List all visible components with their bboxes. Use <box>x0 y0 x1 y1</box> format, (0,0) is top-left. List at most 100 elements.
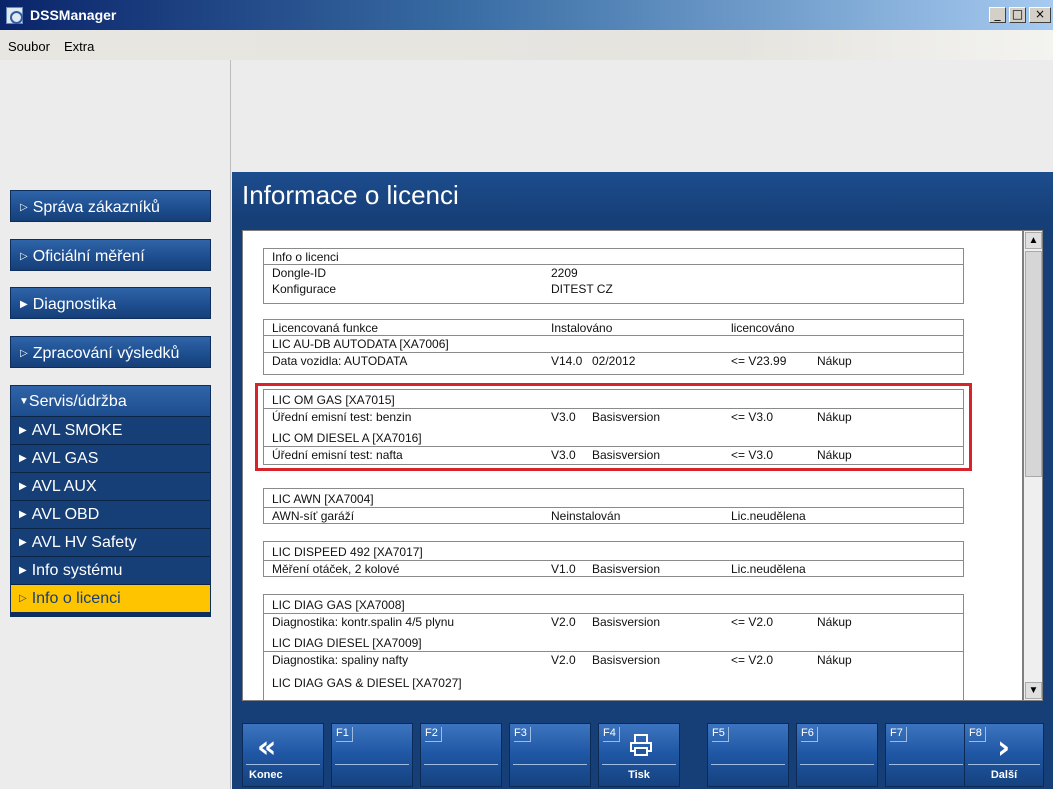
fkey-number: F3 <box>514 727 531 742</box>
license-info-block: Info o licenci Dongle-ID 2209 Konfigurace… <box>263 248 964 304</box>
title-bar: DSSManager _ □ × <box>0 0 1053 30</box>
triangle-right-icon: ▷ <box>19 593 27 604</box>
license-info-heading: Info o licenci <box>272 250 339 264</box>
app-window: DSSManager _ □ × Soubor Extra ▷ Správa zá… <box>0 0 1053 789</box>
triangle-right-icon: ▷ <box>20 348 28 359</box>
triangle-right-icon: ▶ <box>19 425 27 436</box>
fkey-number: F4 <box>603 727 620 742</box>
f2-button[interactable]: F2 <box>420 723 502 787</box>
konfigurace-label: Konfigurace <box>272 282 337 296</box>
sidebar: ▷ Správa zákazníků ▷ Oficiální měření ▶ Dia… <box>0 172 231 789</box>
fkey-number: F8 <box>969 727 986 742</box>
license-limit: <= V2.0 <box>731 615 774 629</box>
f3-button[interactable]: F3 <box>509 723 591 787</box>
column-header-function: Licencovaná funkce <box>272 321 379 335</box>
fkey-label: Další <box>990 769 1018 781</box>
sidebar-item-label: Zpracování výsledků <box>32 345 180 362</box>
sidebar-subitem-label: AVL OBD <box>31 506 100 523</box>
vertical-scrollbar[interactable]: ▲ ▼ <box>1023 230 1043 701</box>
fkey-number: F5 <box>712 727 729 742</box>
tisk-button[interactable]: F4 Tisk <box>598 723 680 787</box>
minimize-button[interactable]: _ <box>989 7 1006 23</box>
license-desc: Diagnostika: kontr.spalin 4/5 plynu <box>272 615 455 629</box>
highlight-frame <box>255 383 972 471</box>
page-title: Informace o licenci <box>242 180 459 210</box>
license-status: Nákup <box>817 354 852 368</box>
sidebar-item-avl-aux[interactable]: ▶ AVL AUX <box>11 472 210 500</box>
license-version: Neinstalován <box>551 509 621 523</box>
license-name: LIC DIAG DIESEL [XA7009] <box>272 636 422 650</box>
license-build: 02/2012 <box>592 354 636 368</box>
sidebar-item-avl-hv-safety[interactable]: ▶ AVL HV Safety <box>11 528 210 556</box>
scroll-thumb[interactable] <box>1025 251 1042 477</box>
window-title: DSSManager <box>30 7 117 23</box>
maximize-button[interactable]: □ <box>1009 7 1026 23</box>
license-version: V2.0 <box>551 615 576 629</box>
sidebar-subitem-label: AVL GAS <box>31 450 99 467</box>
triangle-right-icon: ▶ <box>19 453 27 464</box>
sidebar-item-avl-gas[interactable]: ▶ AVL GAS <box>11 444 210 472</box>
column-header-installed: Instalováno <box>551 321 613 335</box>
banner-area <box>232 60 1053 172</box>
sidebar-group-header[interactable]: ▼Servis/údržba <box>11 386 210 416</box>
license-name: LIC AWN [XA7004] <box>272 492 374 506</box>
sidebar-item-sprava-zakazniku[interactable]: ▷ Správa zákazníků <box>10 190 211 222</box>
sidebar-item-info-systemu[interactable]: ▶ Info systému <box>11 556 210 584</box>
triangle-right-icon: ▶ <box>19 509 27 520</box>
sidebar-subitem-label: AVL AUX <box>31 478 97 495</box>
sidebar-group-servis: ▼Servis/údržba ▶ AVL SMOKE ▶ AVL GAS ▶ AVL … <box>10 385 211 617</box>
sidebar-subitem-label: Info o licenci <box>31 590 121 607</box>
sidebar-item-avl-smoke[interactable]: ▶ AVL SMOKE <box>11 416 210 444</box>
fkey-divider <box>513 764 587 765</box>
sidebar-subitem-label: Info systému <box>31 562 123 579</box>
fkey-number: F6 <box>801 727 818 742</box>
fkey-number: F2 <box>425 727 442 742</box>
license-name: LIC DIAG GAS [XA7008] <box>272 598 405 612</box>
konec-button[interactable]: « Konec <box>242 723 324 787</box>
license-status: Nákup <box>817 615 852 629</box>
menu-soubor[interactable]: Soubor <box>8 39 50 54</box>
close-button[interactable]: × <box>1029 7 1051 23</box>
triangle-right-icon: ▶ <box>19 565 27 576</box>
app-logo-icon <box>6 7 23 24</box>
license-desc: Měření otáček, 2 kolové <box>272 562 400 576</box>
sidebar-item-avl-obd[interactable]: ▶ AVL OBD <box>11 500 210 528</box>
license-desc: Data vozidla: AUTODATA <box>272 354 408 368</box>
license-version: V2.0 <box>551 653 576 667</box>
triangle-right-icon: ▷ <box>20 251 28 262</box>
license-limit: Lic.neudělena <box>731 509 806 523</box>
sidebar-item-zpracovani-vysledku[interactable]: ▷ Zpracování výsledků <box>10 336 211 368</box>
fkey-number: F1 <box>336 727 353 742</box>
menu-extra[interactable]: Extra <box>64 39 94 54</box>
license-limit: <= V2.0 <box>731 653 774 667</box>
license-desc: Diagnostika: spaliny nafty <box>272 653 409 667</box>
double-chevron-left-icon: « <box>257 730 277 765</box>
sidebar-item-label: Diagnostika <box>32 296 117 313</box>
license-name: LIC DISPEED 492 [XA7017] <box>272 545 423 559</box>
license-block: LIC AWN [XA7004] AWN-síť garáží Neinstalo… <box>263 488 964 524</box>
fkey-label: Tisk <box>628 769 650 781</box>
fkey-divider <box>711 764 785 765</box>
sidebar-subitem-label: AVL HV Safety <box>31 534 137 551</box>
fkey-divider <box>800 764 874 765</box>
f7-button[interactable]: F7 <box>885 723 967 787</box>
license-block: LIC DISPEED 492 [XA7017] Měření otáček, … <box>263 541 964 577</box>
f6-button[interactable]: F6 <box>796 723 878 787</box>
fkey-label: Konec <box>249 769 283 781</box>
dalsi-button[interactable]: F8 › Další <box>964 723 1044 787</box>
scroll-down-icon[interactable]: ▼ <box>1025 682 1042 699</box>
f5-button[interactable]: F5 <box>707 723 789 787</box>
sidebar-subitem-label: AVL SMOKE <box>31 422 123 439</box>
license-name: LIC AU-DB AUTODATA [XA7006] <box>272 337 449 351</box>
sidebar-item-label: Oficiální měření <box>32 248 145 265</box>
sidebar-item-info-o-licenci[interactable]: ▷ Info o licenci <box>11 584 210 612</box>
f1-button[interactable]: F1 <box>331 723 413 787</box>
license-desc: AWN-síť garáží <box>272 509 355 523</box>
fkey-divider <box>335 764 409 765</box>
sidebar-item-oficialni-mereni[interactable]: ▷ Oficiální měření <box>10 239 211 271</box>
scroll-up-icon[interactable]: ▲ <box>1025 232 1042 249</box>
sidebar-item-diagnostika[interactable]: ▶ Diagnostika <box>10 287 211 319</box>
license-build: Basisversion <box>592 562 661 576</box>
license-list: Info o licenci Dongle-ID 2209 Konfigurace… <box>242 230 1023 701</box>
license-name: LIC DIAG GAS & DIESEL [XA7027] <box>272 676 462 690</box>
